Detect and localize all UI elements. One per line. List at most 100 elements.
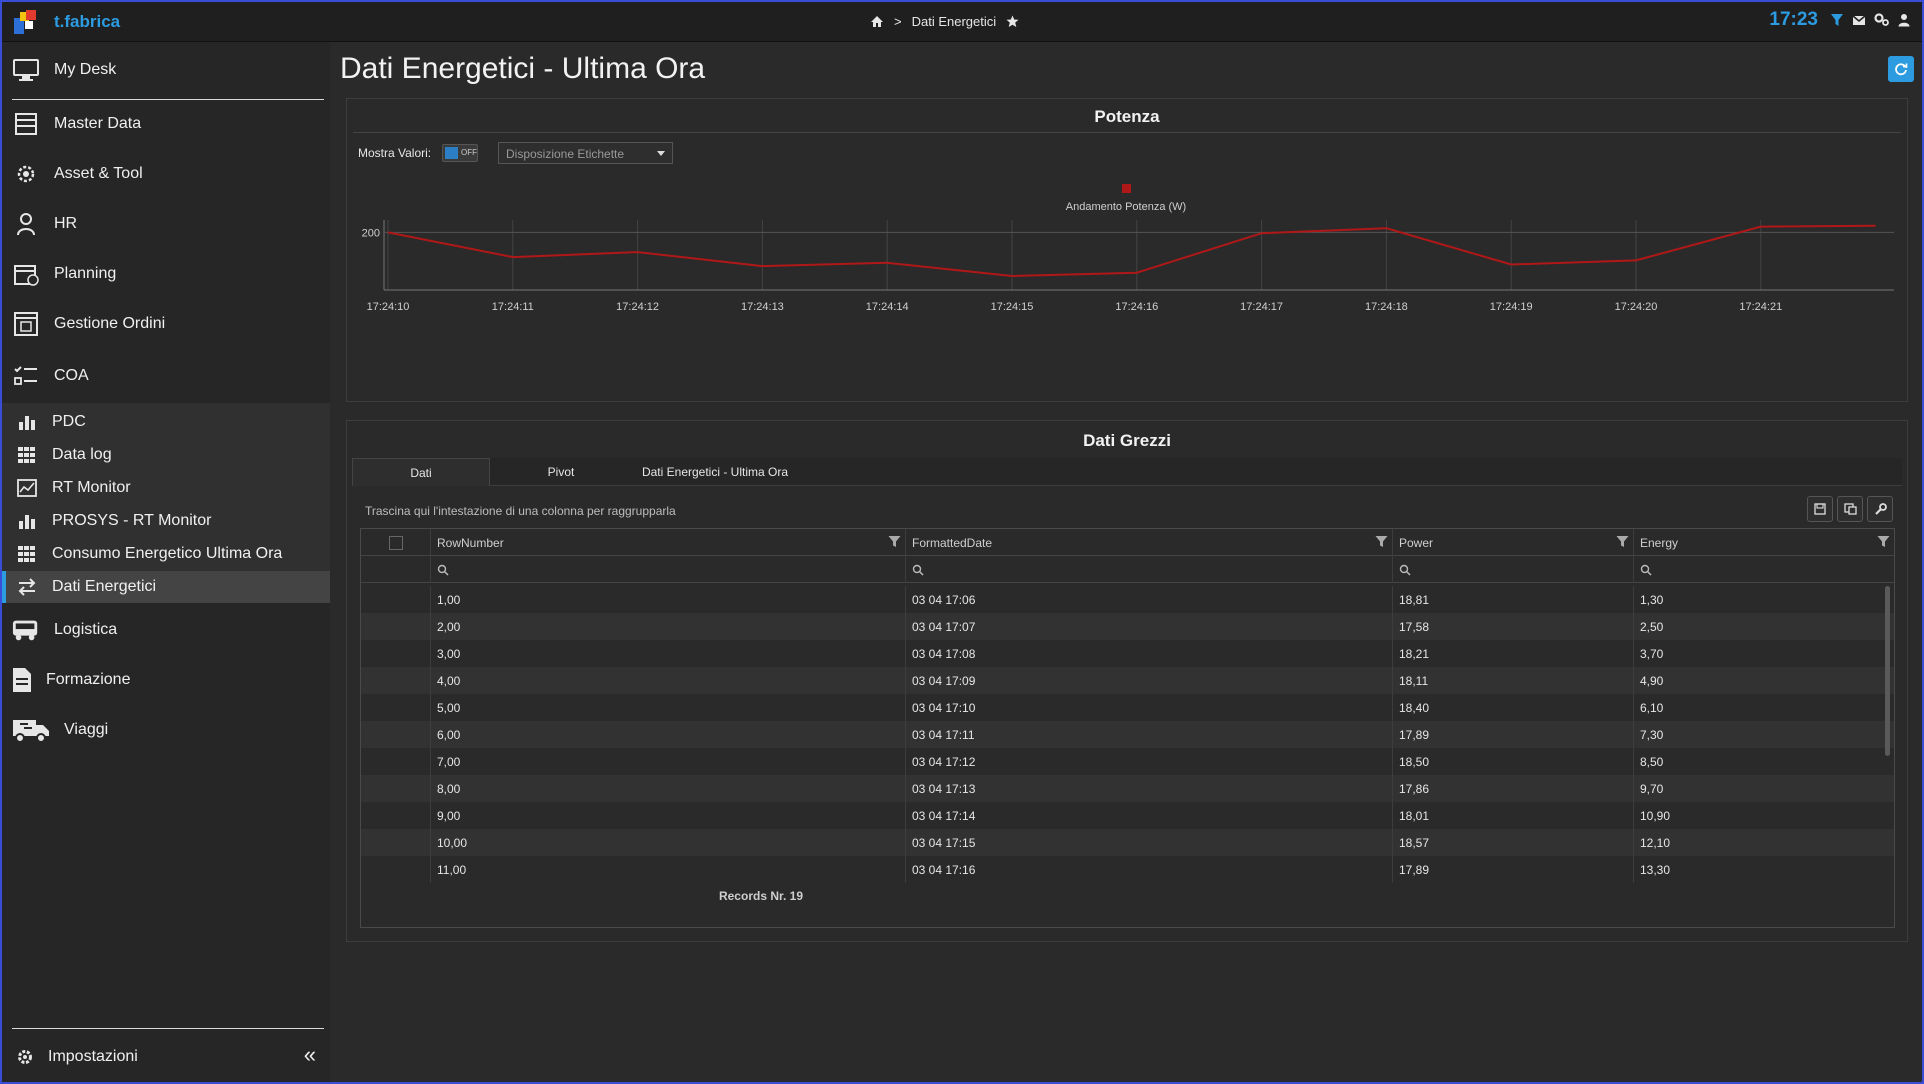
- table-row[interactable]: 11,00 03 04 17:16 17,89 13,30: [361, 856, 1894, 883]
- filter-icon[interactable]: [1830, 13, 1844, 27]
- tab-dati[interactable]: Dati: [352, 458, 490, 486]
- cell-formatteddate: 03 04 17:10: [906, 694, 1393, 721]
- copy-icon: [1843, 503, 1857, 515]
- table-row[interactable]: 2,00 03 04 17:07 17,58 2,50: [361, 613, 1894, 640]
- column-filter-icon[interactable]: [1616, 535, 1629, 548]
- sidebar-item-label: Asset & Tool: [54, 165, 143, 182]
- sidebar-item-master-data[interactable]: Master Data: [12, 110, 141, 138]
- row-select-cell[interactable]: [361, 775, 431, 802]
- filter-input-rownumber[interactable]: [431, 556, 906, 583]
- select-all-checkbox[interactable]: [389, 535, 403, 550]
- sidebar-item-label: PROSYS - RT Monitor: [52, 512, 212, 529]
- cell-energy: 4,90: [1640, 673, 1664, 688]
- table-row[interactable]: 3,00 03 04 17:08 18,21 3,70: [361, 640, 1894, 667]
- group-panel-hint[interactable]: Trascina qui l'intestazione di una colon…: [365, 504, 676, 518]
- checklist-icon: [12, 362, 40, 390]
- mostra-valori-toggle[interactable]: OFF: [442, 144, 478, 162]
- power-line-chart: Andamento Potenza (W) 200 17:24:10 17:24:…: [362, 184, 1894, 313]
- search-icon: [1640, 564, 1652, 576]
- sidebar-item-coa[interactable]: COA: [12, 362, 89, 390]
- x-tick-label: 17:24:21: [1739, 301, 1782, 313]
- column-header-rownumber[interactable]: RowNumber: [431, 529, 906, 556]
- row-select-cell[interactable]: [361, 721, 431, 748]
- sidebar-item-dati-energetici[interactable]: Dati Energetici: [2, 571, 330, 603]
- table-row[interactable]: 8,00 03 04 17:13 17,86 9,70: [361, 775, 1894, 802]
- column-header-energy[interactable]: Energy: [1634, 529, 1894, 556]
- sidebar-item-rt-monitor[interactable]: RT Monitor: [16, 475, 131, 501]
- orders-icon: [12, 310, 40, 338]
- active-indicator: [2, 571, 6, 603]
- star-icon[interactable]: [1006, 15, 1019, 28]
- filter-input-energy[interactable]: [1634, 556, 1894, 583]
- clock: 17:23: [1769, 9, 1818, 30]
- settings-icon[interactable]: [1874, 13, 1890, 27]
- x-tick-label: 17:24:19: [1490, 301, 1533, 313]
- x-tick-label: 17:24:10: [367, 301, 410, 313]
- table-row[interactable]: 7,00 03 04 17:12 18,50 8,50: [361, 748, 1894, 775]
- table-row[interactable]: 10,00 03 04 17:15 18,57 12,10: [361, 829, 1894, 856]
- logo-icon[interactable]: [12, 8, 40, 36]
- tab-pivot[interactable]: Pivot: [492, 458, 630, 486]
- table-row[interactable]: 1,00 03 04 17:06 18,81 1,30: [361, 586, 1894, 613]
- table-row[interactable]: 5,00 03 04 17:10 18,40 6,10: [361, 694, 1894, 721]
- sidebar-item-data-log[interactable]: Data log: [16, 442, 112, 468]
- tab-dati-energetici[interactable]: Dati Energetici - Ultima Ora: [630, 458, 800, 486]
- mail-icon[interactable]: [1852, 14, 1866, 26]
- wrench-icon: [1874, 502, 1887, 515]
- column-filter-icon[interactable]: [1877, 535, 1890, 548]
- table-row[interactable]: 4,00 03 04 17:09 18,11 4,90: [361, 667, 1894, 694]
- user-icon[interactable]: [1898, 13, 1910, 27]
- cell-rownumber: 9,00: [431, 802, 906, 829]
- table-row[interactable]: 6,00 03 04 17:11 17,89 7,30: [361, 721, 1894, 748]
- sidebar-item-logistica[interactable]: Logistica: [12, 616, 117, 644]
- sidebar-item-formazione[interactable]: Formazione: [12, 666, 130, 694]
- sidebar-item-planning[interactable]: Planning: [12, 260, 116, 288]
- sidebar-item-hr[interactable]: HR: [12, 210, 77, 238]
- cell-power: 18,50: [1393, 748, 1634, 775]
- settings-link[interactable]: Impostazioni: [16, 1048, 138, 1066]
- column-header-power[interactable]: Power: [1393, 529, 1634, 556]
- cell-rownumber: 1,00: [431, 586, 906, 613]
- filter-input-formatteddate[interactable]: [906, 556, 1393, 583]
- refresh-button[interactable]: [1888, 56, 1914, 82]
- row-select-cell[interactable]: [361, 694, 431, 721]
- grid-scrollbar[interactable]: [1885, 586, 1890, 756]
- y-tick-label: 200: [362, 227, 380, 239]
- row-select-cell[interactable]: [361, 829, 431, 856]
- cell-rownumber: 6,00: [431, 721, 906, 748]
- column-filter-icon[interactable]: [1375, 535, 1388, 548]
- column-chooser-button[interactable]: [1837, 496, 1863, 522]
- table-row[interactable]: 9,00 03 04 17:14 18,01 10,90: [361, 802, 1894, 829]
- disposizione-etichette-select[interactable]: Disposizione Etichette: [498, 142, 673, 164]
- row-select-cell[interactable]: [361, 640, 431, 667]
- cell-formatteddate: 03 04 17:08: [906, 640, 1393, 667]
- export-button[interactable]: [1807, 496, 1833, 522]
- grid-settings-button[interactable]: [1867, 496, 1893, 522]
- row-select-cell[interactable]: [361, 802, 431, 829]
- sidebar-item-prosys-rt-monitor[interactable]: PROSYS - RT Monitor: [16, 508, 211, 534]
- row-select-cell[interactable]: [361, 748, 431, 775]
- cell-energy: 12,10: [1640, 835, 1671, 850]
- sidebar-item-my-desk[interactable]: My Desk: [12, 56, 116, 84]
- sidebar-item-gestione-ordini[interactable]: Gestione Ordini: [12, 310, 165, 338]
- row-select-cell[interactable]: [361, 613, 431, 640]
- breadcrumb-current[interactable]: Dati Energetici: [912, 14, 997, 29]
- row-select-cell[interactable]: [361, 586, 431, 613]
- sidebar-item-viaggi[interactable]: Viaggi: [12, 716, 108, 744]
- sidebar-item-asset-tool[interactable]: Asset & Tool: [12, 160, 143, 188]
- home-icon[interactable]: [870, 15, 884, 28]
- cell-formatteddate: 03 04 17:14: [906, 802, 1393, 829]
- column-header-formatteddate[interactable]: FormattedDate: [906, 529, 1393, 556]
- cell-rownumber: 2,00: [431, 613, 906, 640]
- sidebar-item-label: Viaggi: [64, 721, 109, 738]
- sidebar-item-pdc[interactable]: PDC: [16, 409, 86, 435]
- sidebar-item-consumo-energetico[interactable]: Consumo Energetico Ultima Ora: [16, 541, 282, 567]
- x-tick-label: 17:24:14: [866, 301, 909, 313]
- filter-input-power[interactable]: [1393, 556, 1634, 583]
- collapse-sidebar-icon[interactable]: «: [304, 1042, 316, 1068]
- row-select-cell[interactable]: [361, 667, 431, 694]
- row-select-cell[interactable]: [361, 856, 431, 883]
- column-filter-icon[interactable]: [888, 535, 901, 548]
- brand-name[interactable]: t.fabrica: [54, 12, 120, 32]
- cell-energy: 7,30: [1640, 727, 1664, 742]
